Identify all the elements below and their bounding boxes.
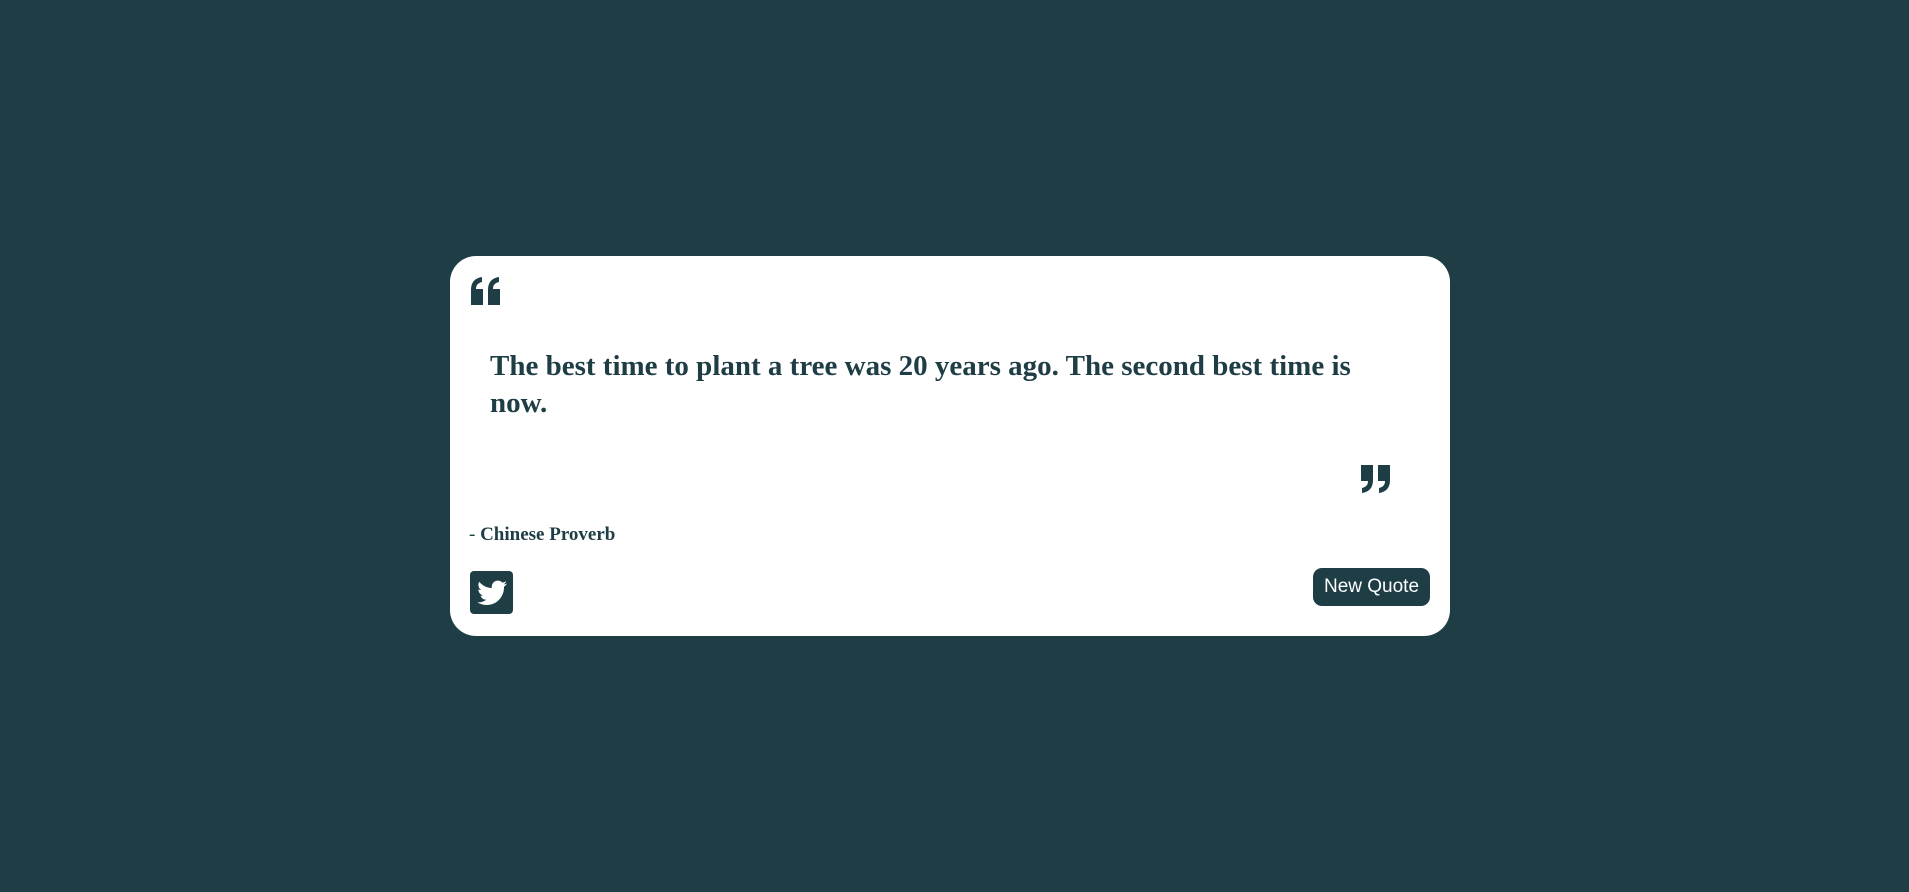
new-quote-button[interactable]: New Quote <box>1313 568 1430 606</box>
tweet-button[interactable] <box>470 571 513 614</box>
quote-text: The best time to plant a tree was 20 yea… <box>490 350 1351 419</box>
author-prefix: - <box>469 524 481 545</box>
author-name: Chinese Proverb <box>480 524 616 545</box>
twitter-icon <box>476 580 507 605</box>
quote-right-icon <box>1361 465 1390 493</box>
quote-author: - Chinese Proverb <box>469 524 615 546</box>
quote-left-icon <box>471 277 500 305</box>
quote-card: The best time to plant a tree was 20 yea… <box>450 256 1450 636</box>
